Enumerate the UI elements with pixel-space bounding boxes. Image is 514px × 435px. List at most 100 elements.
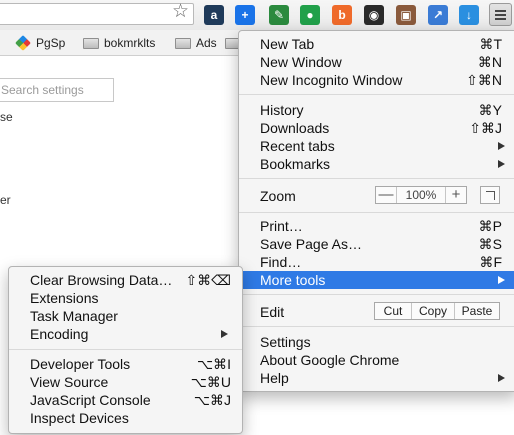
submenu-arrow-icon	[498, 374, 505, 382]
menu-item-label: JavaScript Console	[30, 392, 151, 408]
zoom-out-button[interactable]: —	[376, 187, 396, 203]
submenu-arrow-icon	[498, 160, 505, 168]
menu-item-developer-tools[interactable]: Developer Tools ⌥⌘I	[9, 355, 242, 373]
menu-bar-icon	[495, 18, 506, 20]
bookmark-folder-ads[interactable]: Ads	[175, 35, 217, 51]
zoom-level: 100%	[396, 187, 446, 203]
menu-item-shortcut: ⇧⌘⌫	[185, 272, 231, 288]
more-tools-submenu: Clear Browsing Data… ⇧⌘⌫ Extensions Task…	[8, 266, 243, 434]
menu-item-label: Encoding	[30, 326, 89, 342]
menu-item-new-tab[interactable]: New Tab ⌘T	[239, 35, 514, 53]
menu-item-shortcut: ⌘N	[477, 54, 502, 70]
menu-item-more-tools[interactable]: More tools	[239, 271, 514, 289]
fullscreen-icon[interactable]	[480, 186, 500, 204]
menu-item-find[interactable]: Find… ⌘F	[239, 253, 514, 271]
menu-item-task-manager[interactable]: Task Manager	[9, 307, 242, 325]
menu-item-shortcut: ⌥⌘I	[196, 356, 231, 372]
menu-item-label: View Source	[30, 374, 109, 390]
menu-bar-icon	[495, 14, 506, 16]
bitly-icon[interactable]: b	[332, 5, 352, 25]
green-balloon-icon[interactable]: ●	[300, 5, 320, 25]
menu-item-history[interactable]: History ⌘Y	[239, 101, 514, 119]
menu-item-save-page-as[interactable]: Save Page As… ⌘S	[239, 235, 514, 253]
bookmark-pgsp[interactable]: PgSp	[15, 35, 66, 51]
menu-item-label: Settings	[260, 334, 311, 350]
menu-item-label: Find…	[260, 254, 302, 270]
menu-item-extensions[interactable]: Extensions	[9, 289, 242, 307]
menu-bar-icon	[495, 10, 506, 12]
submenu-arrow-icon	[498, 276, 505, 284]
settings-text-fragment: er	[0, 193, 11, 207]
paste-button[interactable]: Paste	[454, 303, 499, 319]
bookmark-label: PgSp	[36, 36, 66, 50]
menu-item-inspect-devices[interactable]: Inspect Devices	[9, 409, 242, 427]
browser-toolbar: ☆ a + ✎ ● b ◉ ▣ ↗ ↓	[0, 0, 514, 30]
bookmark-folder-bokmrklts[interactable]: bokmrklts	[83, 35, 155, 51]
menu-item-label: More tools	[260, 272, 326, 288]
menu-item-recent-tabs[interactable]: Recent tabs	[239, 137, 514, 155]
menu-item-help[interactable]: Help	[239, 369, 514, 387]
download-extension-icon[interactable]: ↓	[459, 5, 479, 25]
menu-item-label: Recent tabs	[260, 138, 335, 154]
menu-item-downloads[interactable]: Downloads ⇧⌘J	[239, 119, 514, 137]
aperture-icon[interactable]: ◉	[364, 5, 384, 25]
menu-item-label: New Window	[260, 54, 342, 70]
menu-separator	[239, 212, 514, 213]
menu-item-javascript-console[interactable]: JavaScript Console ⌥⌘J	[9, 391, 242, 409]
menu-item-label: Print…	[260, 218, 303, 234]
google-icon	[15, 35, 31, 51]
eyedropper-icon[interactable]: ✎	[269, 5, 289, 25]
menu-item-print[interactable]: Print… ⌘P	[239, 217, 514, 235]
bookmark-star-icon[interactable]: ☆	[172, 2, 189, 22]
menu-item-new-window[interactable]: New Window ⌘N	[239, 53, 514, 71]
menu-item-label: Downloads	[260, 120, 330, 136]
menu-item-label: Developer Tools	[30, 356, 131, 372]
menu-separator	[239, 294, 514, 295]
menu-item-label: New Tab	[260, 36, 315, 52]
menu-item-encoding[interactable]: Encoding	[9, 325, 242, 343]
menu-item-label: Clear Browsing Data…	[30, 272, 173, 288]
chrome-menu-button[interactable]	[489, 3, 512, 26]
menu-item-label: New Incognito Window	[260, 72, 403, 88]
menu-item-view-source[interactable]: View Source ⌥⌘U	[9, 373, 242, 391]
menu-separator	[239, 326, 514, 327]
menu-item-label: Help	[260, 370, 289, 386]
menu-item-label: Zoom	[260, 188, 296, 204]
submenu-arrow-icon	[221, 330, 228, 338]
menu-item-shortcut: ⌘Y	[478, 102, 502, 118]
menu-item-new-incognito-window[interactable]: New Incognito Window ⇧⌘N	[239, 71, 514, 89]
menu-separator	[239, 178, 514, 179]
zoom-in-button[interactable]: +	[446, 187, 466, 203]
folder-icon	[175, 37, 191, 49]
menu-item-bookmarks[interactable]: Bookmarks	[239, 155, 514, 173]
menu-item-settings[interactable]: Settings	[239, 333, 514, 351]
instagram-icon[interactable]: ▣	[396, 5, 416, 25]
submenu-arrow-icon	[498, 142, 505, 150]
cut-button[interactable]: Cut	[375, 303, 411, 319]
edit-controls: Cut Copy Paste	[374, 302, 500, 320]
menu-item-label: Task Manager	[30, 308, 118, 324]
copy-button[interactable]: Copy	[411, 303, 454, 319]
search-settings-input[interactable]: Search settings	[0, 78, 114, 102]
menu-item-shortcut: ⇧⌘N	[466, 72, 502, 88]
bookmark-label: bokmrklts	[104, 36, 156, 50]
menu-item-shortcut: ⌘S	[478, 236, 502, 252]
address-bar[interactable]	[0, 3, 194, 25]
menu-item-clear-browsing-data[interactable]: Clear Browsing Data… ⇧⌘⌫	[9, 271, 242, 289]
menu-item-shortcut: ⌘F	[479, 254, 502, 270]
settings-text-fragment: se	[0, 110, 13, 124]
menu-item-label: About Google Chrome	[260, 352, 400, 368]
chart-extension-icon[interactable]: ↗	[428, 5, 448, 25]
menu-item-shortcut: ⇧⌘J	[469, 120, 502, 136]
plus-extension-icon[interactable]: +	[235, 5, 255, 25]
menu-item-shortcut: ⌘T	[479, 36, 502, 52]
menu-item-about-google-chrome[interactable]: About Google Chrome	[239, 351, 514, 369]
menu-item-label: Bookmarks	[260, 156, 331, 172]
menu-item-label: Extensions	[30, 290, 99, 306]
menu-separator	[239, 94, 514, 95]
menu-item-shortcut: ⌥⌘J	[193, 392, 231, 408]
amazon-assistant-icon[interactable]: a	[204, 5, 224, 25]
menu-item-label: Save Page As…	[260, 236, 362, 252]
menu-item-label: History	[260, 102, 304, 118]
menu-item-shortcut: ⌘P	[478, 218, 502, 234]
